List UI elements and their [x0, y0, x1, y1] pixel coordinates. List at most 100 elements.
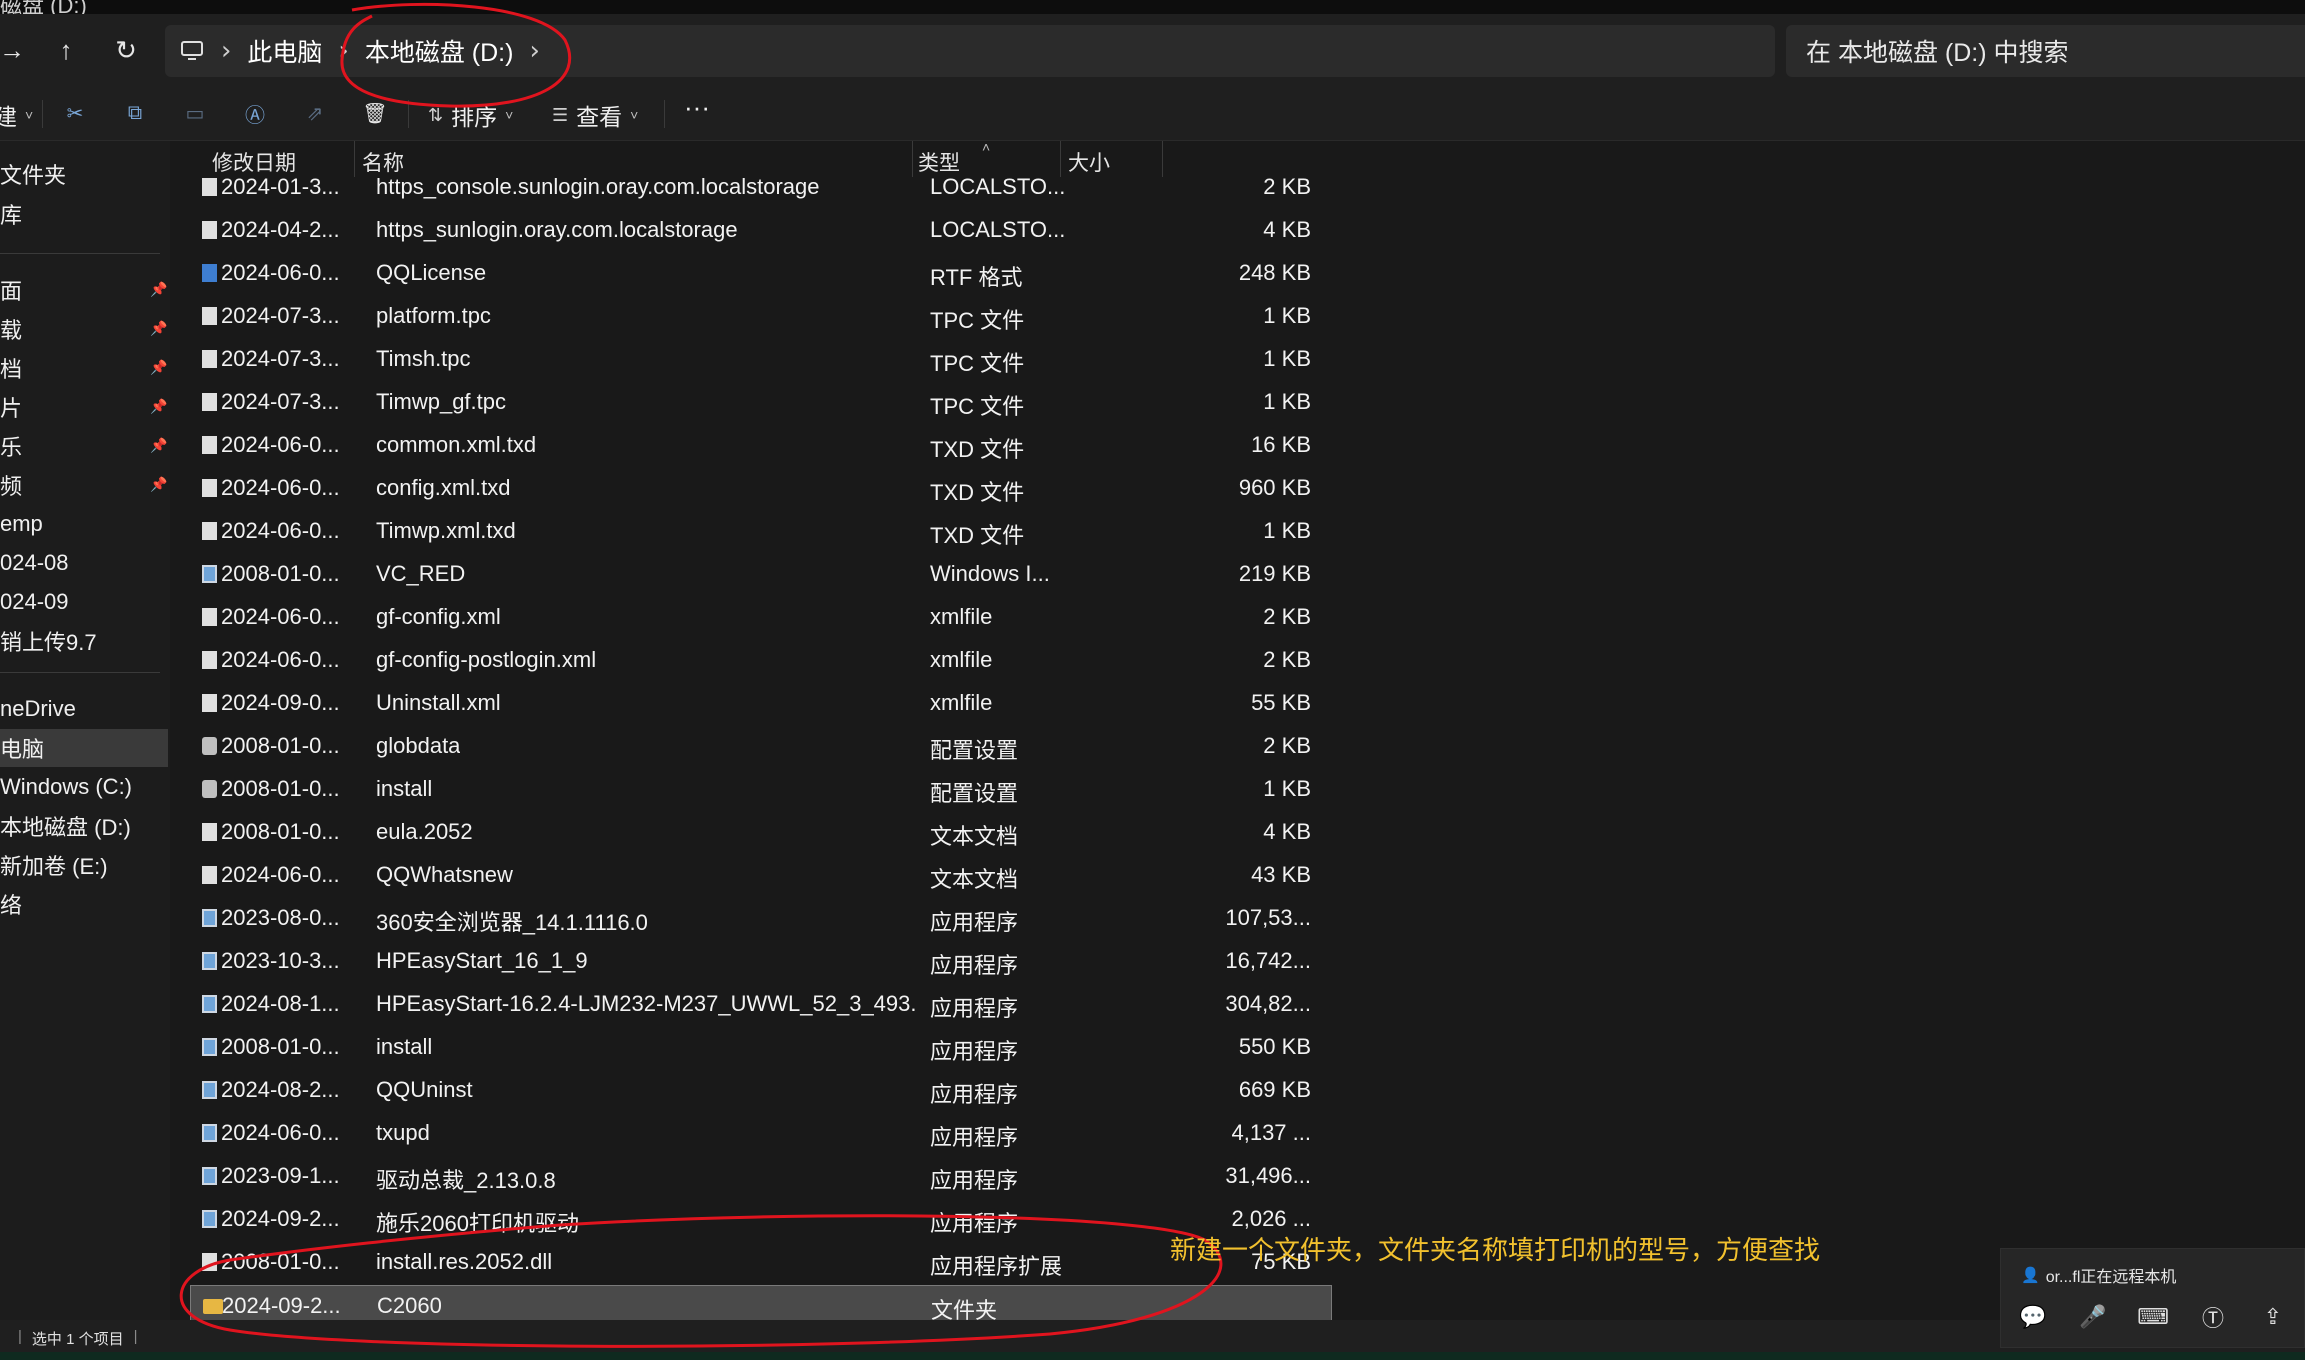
file-name: QQLicense [376, 260, 487, 285]
sidebar-item[interactable]: 库 [0, 195, 168, 233]
file-row[interactable]: 2023-08-0... 360安全浏览器_14.1.1116.0 应用程序 107,… [190, 898, 1336, 938]
file-row[interactable]: 2024-08-2... QQUninst 应用程序 669 KB [190, 1070, 1336, 1110]
sidebar-item[interactable]: 面 📌 [0, 271, 168, 309]
cut-icon[interactable]: ✂ [62, 100, 88, 126]
column-divider[interactable] [1060, 141, 1061, 177]
column-header-size[interactable]: 大小 [1068, 147, 1110, 177]
file-type: TPC 文件 [930, 351, 1025, 376]
breadcrumb[interactable]: › 此电脑 › 本地磁盘 (D:) › [165, 25, 1775, 77]
file-row[interactable]: 2024-08-1... HPEasyStart-16.2.4-LJM232-M2… [190, 984, 1336, 1024]
refresh-icon[interactable]: ↻ [106, 30, 146, 70]
keyboard-icon[interactable]: ⌨ [2137, 1301, 2169, 1333]
sidebar-item[interactable]: 电脑 [0, 729, 168, 767]
sidebar-item[interactable]: 文件夹 [0, 155, 168, 193]
file-type: xmlfile [930, 604, 993, 629]
file-row[interactable]: 2024-06-0... Timwp.xml.txd TXD 文件 1 KB [190, 511, 1336, 551]
file-row[interactable]: 2024-06-0... gf-config.xml xmlfile 2 KB [190, 597, 1336, 637]
sort-button[interactable]: ⇅ 排序 ˅ [428, 98, 513, 132]
sidebar-item[interactable]: 乐 📌 [0, 427, 168, 465]
column-header-name[interactable]: 名称 [362, 147, 404, 177]
file-row[interactable]: 2024-09-0... Uninstall.xml xmlfile 55 KB [190, 683, 1336, 723]
delete-icon[interactable]: 🗑 [362, 100, 388, 126]
more-options-button[interactable]: ··· [684, 92, 710, 123]
file-row[interactable]: 2024-04-2... https_sunlogin.oray.com.loca… [190, 210, 1336, 250]
sidebar-item[interactable]: 频 📌 [0, 466, 168, 504]
file-row[interactable]: 2024-07-3... platform.tpc TPC 文件 1 KB [190, 296, 1336, 336]
command-toolbar: 建 ˅ ✂ ⧉ ▭ Ⓐ ⇗ 🗑 ⇅ 排序 ˅ ☰ 查看 ˅ ··· [0, 86, 2305, 141]
file-name: QQWhatsnew [376, 862, 513, 887]
file-size: 1 KB [1263, 518, 1311, 543]
copy-icon[interactable]: ⧉ [122, 100, 148, 126]
view-button[interactable]: ☰ 查看 ˅ [552, 98, 638, 132]
file-row[interactable]: 2008-01-0... install 应用程序 550 KB [190, 1027, 1336, 1067]
file-row[interactable]: 2024-06-0... gf-config-postlogin.xml xmlfi… [190, 640, 1336, 680]
file-type: 应用程序 [930, 1211, 1019, 1236]
rename-icon[interactable]: Ⓐ [242, 100, 268, 127]
share-icon[interactable]: ⇗ [302, 100, 328, 126]
arrow-up-icon[interactable]: ↑ [46, 30, 86, 70]
sidebar-item[interactable]: 024-09 [0, 583, 168, 621]
file-row[interactable]: 2008-01-0... install.res.2052.dll 应用程序扩展 75… [190, 1242, 1336, 1282]
arrow-right-icon[interactable]: → [0, 30, 32, 70]
chevron-right-icon[interactable]: › [529, 36, 539, 66]
file-row[interactable]: 2023-09-1... 驱动总裁_2.13.0.8 应用程序 31,496... [190, 1156, 1336, 1196]
folder-icon [203, 1299, 223, 1314]
file-row[interactable]: 2008-01-0... globdata 配置设置 2 KB [190, 726, 1336, 766]
sidebar-item[interactable]: 024-08 [0, 544, 168, 582]
file-row[interactable]: 2008-01-0... VC_RED Windows I... 219 KB [190, 554, 1336, 594]
sidebar-item[interactable]: 销上传9.7 [0, 622, 168, 660]
microphone-icon[interactable]: 🎤 [2077, 1301, 2109, 1333]
file-row[interactable]: 2024-06-0... QQLicense RTF 格式 248 KB [190, 253, 1336, 293]
toolbar-divider [408, 100, 409, 128]
file-row[interactable]: 2008-01-0... eula.2052 文本文档 4 KB [190, 812, 1336, 852]
file-name: 360安全浏览器_14.1.1116.0 [376, 910, 648, 935]
column-header-date[interactable]: 修改日期 [212, 147, 296, 177]
chat-icon[interactable]: 💬 [2017, 1301, 2049, 1333]
file-row[interactable]: 2024-06-0... config.xml.txd TXD 文件 960 KB [190, 468, 1336, 508]
sort-icon: ⇅ [428, 104, 444, 125]
taskbar-edge [0, 1352, 2305, 1360]
sidebar-item-label: 电脑 [0, 737, 45, 762]
breadcrumb-item-drive-d[interactable]: 本地磁盘 (D:) [365, 33, 514, 69]
file-row-selected[interactable]: 2024-09-2... C2060 文件夹 [190, 1285, 1332, 1323]
column-divider[interactable] [354, 141, 355, 177]
file-date: 2024-06-0... [221, 518, 340, 543]
sidebar-item[interactable]: 本地磁盘 (D:) [0, 807, 168, 845]
file-row[interactable]: 2024-06-0... txupd 应用程序 4,137 ... [190, 1113, 1336, 1153]
column-divider[interactable] [1162, 141, 1163, 177]
file-transfer-icon[interactable]: ⇪ [2257, 1301, 2289, 1333]
new-button[interactable]: 建 ˅ [0, 98, 33, 132]
file-name: txupd [376, 1120, 430, 1145]
search-input[interactable]: 在 本地磁盘 (D:) 中搜索 [1786, 25, 2305, 77]
sidebar-item-label: 024-09 [0, 589, 69, 614]
column-divider[interactable] [912, 141, 913, 177]
sidebar-item[interactable]: 载 📌 [0, 310, 168, 348]
sidebar-item[interactable]: neDrive [0, 690, 168, 728]
sidebar-item[interactable]: 络 [0, 885, 168, 923]
sidebar-item[interactable]: emp [0, 505, 168, 543]
file-row[interactable]: 2008-01-0... install 配置设置 1 KB [190, 769, 1336, 809]
sidebar-item[interactable]: 新加卷 (E:) [0, 846, 168, 884]
paste-icon[interactable]: ▭ [182, 100, 208, 126]
user-icon: 👤 [2021, 1267, 2040, 1284]
sidebar-item[interactable]: 档 📌 [0, 349, 168, 387]
pin-icon: 📌 [150, 476, 168, 492]
breadcrumb-item-this-pc[interactable]: 此电脑 [247, 33, 322, 69]
column-header-type[interactable]: 类型 [918, 147, 960, 177]
file-row[interactable]: 2024-07-3... Timsh.tpc TPC 文件 1 KB [190, 339, 1336, 379]
file-row[interactable]: 2024-09-2... 施乐2060打印机驱动 应用程序 2,026 ... [190, 1199, 1336, 1239]
file-row[interactable]: 2024-06-0... QQWhatsnew 文本文档 43 KB [190, 855, 1336, 895]
file-type: 应用程序 [930, 910, 1019, 935]
file-row[interactable]: 2023-10-3... HPEasyStart_16_1_9 应用程序 16,742… [190, 941, 1336, 981]
file-size: 1 KB [1263, 346, 1311, 371]
sidebar-item-label: 档 [0, 357, 23, 382]
file-date: 2024-07-3... [221, 303, 340, 328]
sidebar-item[interactable]: 片 📌 [0, 388, 168, 426]
remote-label: 👤 or...fl正在远程本机 [2021, 1263, 2176, 1287]
text-icon[interactable]: Ⓣ [2197, 1301, 2229, 1333]
sidebar-item[interactable]: Windows (C:) [0, 768, 168, 806]
file-row[interactable]: 2024-06-0... common.xml.txd TXD 文件 16 KB [190, 425, 1336, 465]
application-icon [202, 909, 217, 927]
file-row[interactable]: 2024-07-3... Timwp_gf.tpc TPC 文件 1 KB [190, 382, 1336, 422]
file-name: QQUninst [376, 1077, 473, 1102]
